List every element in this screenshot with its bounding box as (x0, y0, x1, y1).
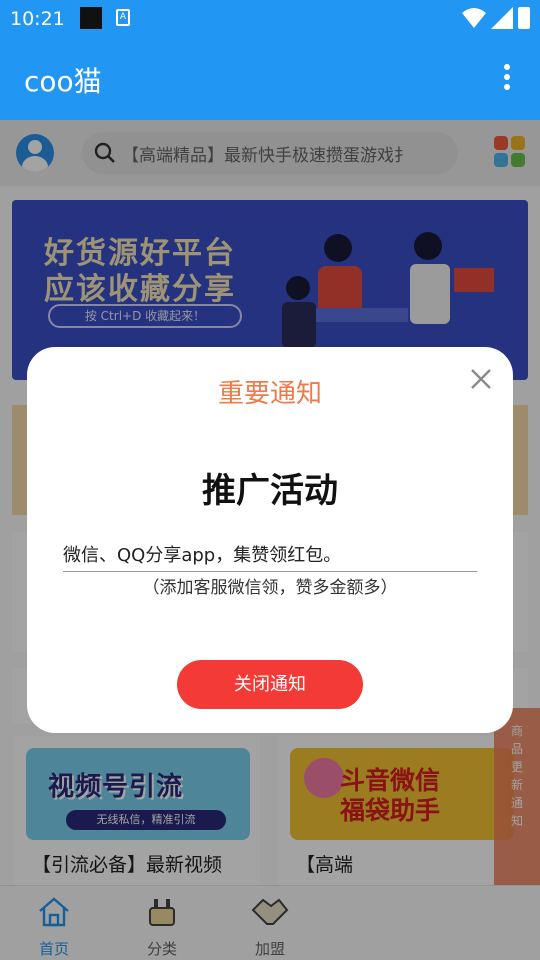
app-bar: coo猫 (0, 38, 540, 120)
close-notice-button[interactable]: 关闭通知 (177, 660, 363, 709)
close-icon[interactable] (469, 367, 493, 391)
app-title: coo猫 (24, 65, 102, 98)
wifi-icon (462, 8, 486, 28)
signal-icon (491, 7, 513, 29)
dialog-note: （添加客服微信领，赞多金额多） (142, 578, 398, 598)
status-bar: 10:21 A (0, 0, 540, 38)
notification-square-icon (80, 7, 102, 29)
dialog-title: 重要通知 (217, 379, 322, 409)
notification-app-icon: A (116, 9, 130, 26)
dialog-heading: 推广活动 (202, 471, 338, 511)
overflow-menu-icon[interactable] (500, 64, 514, 94)
notice-dialog: 重要通知 推广活动 微信、QQ分享app，集赞领红包。 （添加客服微信领，赞多金… (27, 347, 513, 733)
battery-icon (518, 7, 530, 29)
status-time: 10:21 (10, 8, 65, 30)
dialog-message: 微信、QQ分享app，集赞领红包。 (63, 541, 477, 572)
